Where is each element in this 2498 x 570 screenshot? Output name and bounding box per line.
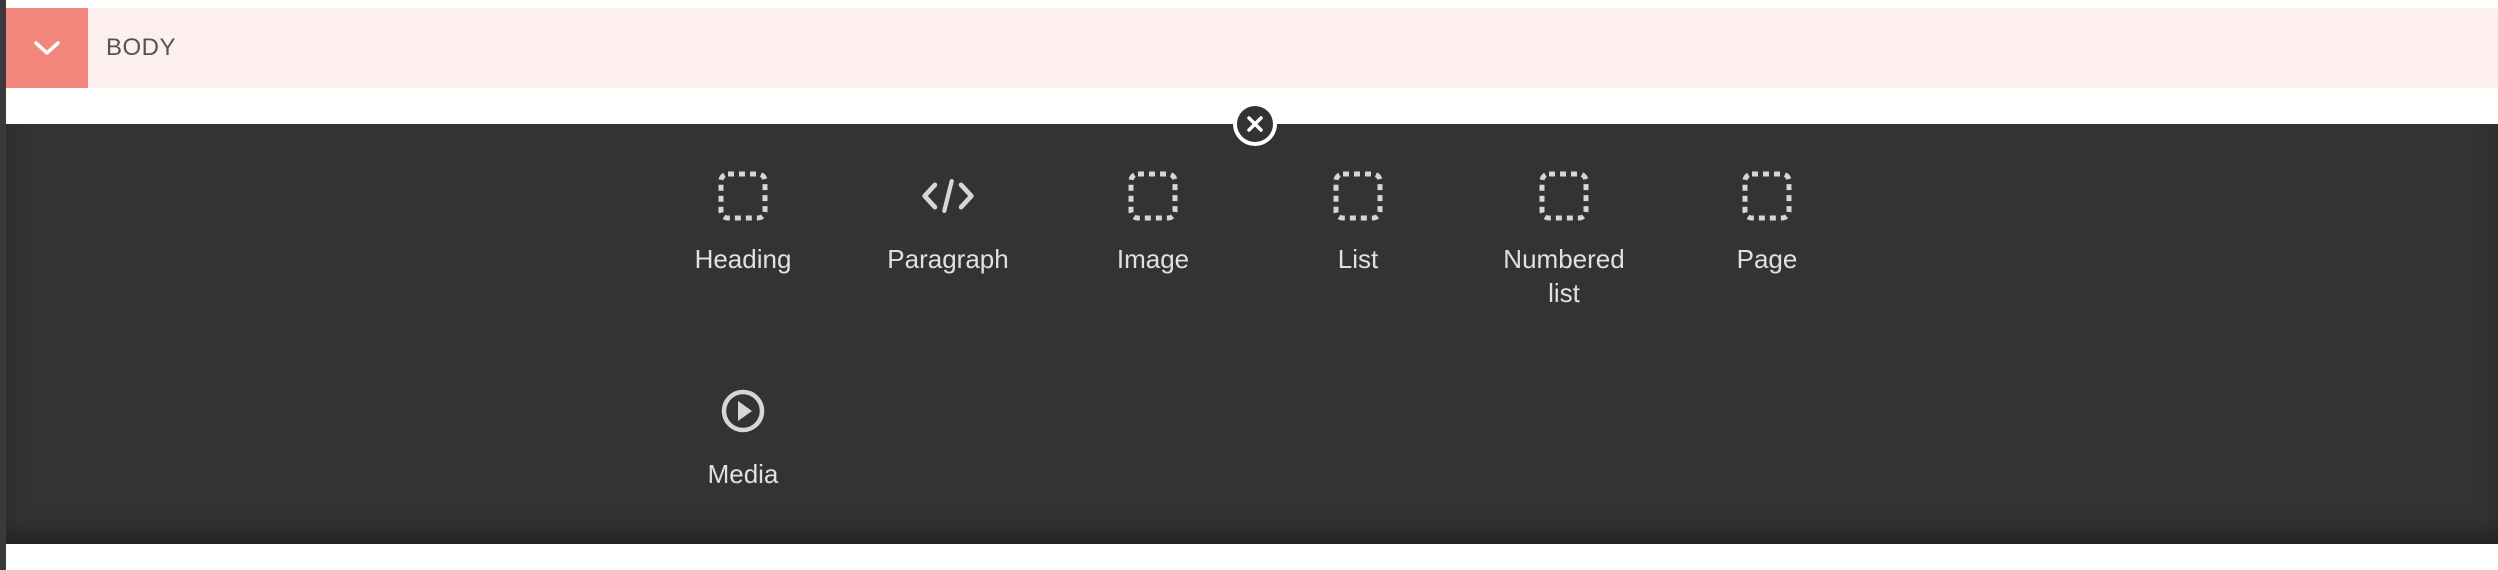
close-panel-button[interactable] <box>1233 102 1277 146</box>
close-icon <box>1247 116 1263 132</box>
block-label: Numbered list <box>1503 244 1625 308</box>
dashed-square-icon <box>715 168 771 224</box>
dashed-square-icon <box>1330 168 1386 224</box>
page-background <box>6 544 2498 570</box>
block-item-list[interactable]: List <box>1273 168 1443 276</box>
block-label: Image <box>1116 244 1190 274</box>
block-label: Page <box>1736 244 1798 274</box>
dashed-square-icon <box>1536 168 1592 224</box>
block-item-numbered-list[interactable]: Numbered list <box>1479 168 1649 310</box>
block-item-image[interactable]: Image <box>1068 168 1238 276</box>
code-icon <box>920 168 976 224</box>
section-header: BODY <box>6 8 2498 88</box>
dashed-square-icon <box>1739 168 1795 224</box>
collapse-toggle-button[interactable] <box>6 8 88 88</box>
section-title: BODY <box>106 34 177 61</box>
block-label: Media <box>707 459 779 489</box>
close-icon-wrapper <box>1237 106 1273 142</box>
block-item-page[interactable]: Page <box>1682 168 1852 276</box>
block-label: Heading <box>694 244 792 274</box>
dashed-square-icon <box>1125 168 1181 224</box>
block-item-media[interactable]: Media <box>658 383 828 491</box>
block-label: List <box>1337 244 1379 274</box>
block-item-paragraph[interactable]: Paragraph <box>863 168 1033 276</box>
play-circle-icon <box>715 383 771 439</box>
block-label: Paragraph <box>887 244 1009 274</box>
chevron-down-icon <box>34 41 60 55</box>
block-item-heading[interactable]: Heading <box>658 168 828 276</box>
block-picker-panel <box>6 124 2498 544</box>
